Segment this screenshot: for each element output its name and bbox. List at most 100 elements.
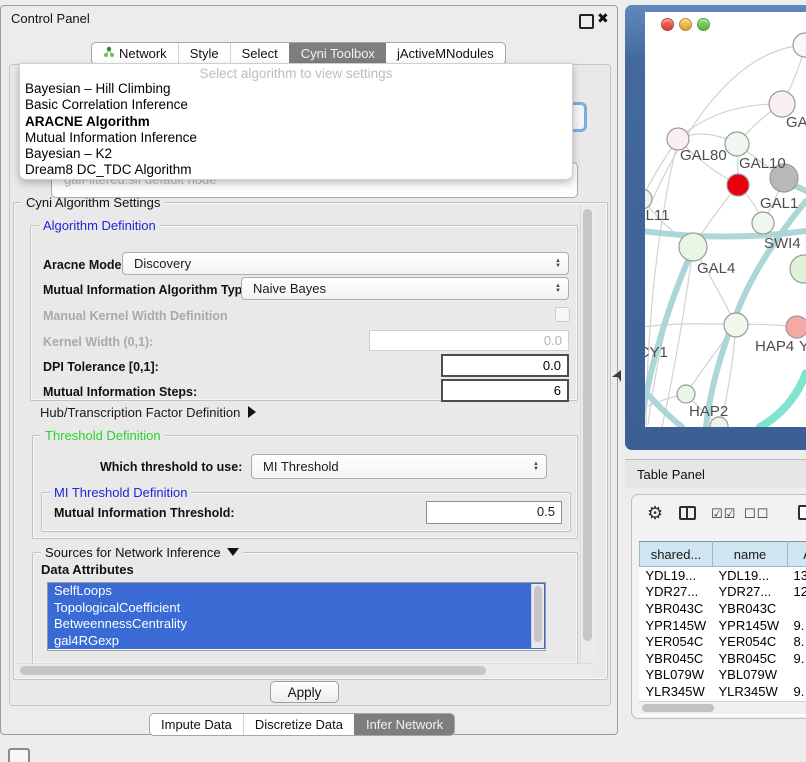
node-label: GAL1 (760, 195, 798, 212)
table-row[interactable]: YBL079WYBL079W (640, 667, 806, 684)
table-row[interactable]: YER054CYER054C8. (640, 633, 806, 650)
table-panel-titlebar: Table Panel (625, 459, 806, 488)
mouse-cursor-icon (612, 370, 622, 382)
columns-icon[interactable] (679, 506, 696, 520)
column-header[interactable]: name (713, 542, 788, 567)
control-panel-tabs: Network Style Select Cyni Toolbox jActiv… (91, 42, 506, 65)
settings-horizontal-scrollbar[interactable] (16, 663, 592, 677)
combo-spinner-icon: ▲▼ (555, 278, 561, 299)
tab-style[interactable]: Style (178, 43, 230, 64)
mi-steps-label: Mutual Information Steps: (43, 385, 197, 399)
close-icon[interactable]: ✖ (597, 10, 609, 27)
table-row[interactable]: YLR345WYLR345W9. (640, 683, 806, 700)
control-panel-title: Control Panel (11, 11, 90, 26)
deselect-all-checkboxes-icon[interactable]: ☐☐ (744, 506, 769, 522)
data-attributes-list[interactable]: SelfLoops TopologicalCoefficient Between… (47, 582, 546, 651)
network-node (679, 233, 707, 261)
minimized-panel-icon[interactable] (8, 748, 30, 762)
table-panel: ⚙ ☑☑ ☐☐ shared... name A YDL19...YDL19..… (631, 494, 806, 719)
screen: Control Panel ✖ Network Style Select Cyn… (0, 0, 806, 762)
aracne-mode-combo[interactable]: Discovery ▲▼ (122, 252, 569, 275)
kernel-width-field[interactable]: 0.0 (369, 330, 569, 351)
mi-algorithm-type-combo[interactable]: Naive Bayes ▲▼ (241, 277, 569, 300)
algorithm-option[interactable]: Mutual Information Inference (20, 130, 572, 146)
tab-select[interactable]: Select (230, 43, 289, 64)
table-row[interactable]: YDL19...YDL19...13 (640, 567, 806, 584)
minimize-traffic-light-icon[interactable] (679, 18, 692, 31)
select-all-checkboxes-icon[interactable]: ☑☑ (711, 506, 736, 522)
which-threshold-combo[interactable]: MI Threshold ▲▼ (251, 454, 547, 479)
node-label: GAL10 (739, 155, 786, 172)
table-row[interactable]: YPR145WYPR145W9. (640, 617, 806, 634)
dpi-tolerance-label: DPI Tolerance [0,1]: (43, 360, 159, 374)
combo-spinner-icon: ▲▼ (555, 253, 561, 274)
node-label: GAL (786, 114, 806, 131)
settings-vertical-scrollbar[interactable] (580, 205, 595, 663)
mi-threshold-group: MI Threshold Definition Mutual Informati… (41, 492, 571, 532)
network-nodes-icon (103, 43, 115, 64)
hub-definition-expander[interactable]: Hub/Transcription Factor Definition (40, 405, 256, 420)
table-row[interactable]: YDR27...YDR27...12 (640, 584, 806, 601)
expander-right-icon (248, 406, 256, 418)
gear-icon[interactable]: ⚙ (647, 503, 663, 524)
list-item[interactable]: BetweennessCentrality (48, 616, 545, 633)
sources-group-title[interactable]: Sources for Network Inference (41, 545, 243, 560)
tab-network[interactable]: Network (92, 43, 178, 64)
list-item[interactable]: gal4RGexp (48, 633, 545, 650)
network-graph[interactable]: GAL GAL80 GAL10 GAL1 SWI4 GAL11 GAL4 GCY… (645, 12, 806, 427)
mi-algorithm-type-label: Mutual Information Algorithm Type: (43, 283, 253, 297)
apply-button[interactable]: Apply (270, 681, 339, 703)
tab-infer-network[interactable]: Infer Network (354, 714, 454, 735)
zoom-traffic-light-icon[interactable] (697, 18, 710, 31)
list-item[interactable]: SelfLoops (48, 583, 545, 600)
table-panel-title: Table Panel (637, 467, 705, 482)
network-window: GAL GAL80 GAL10 GAL1 SWI4 GAL11 GAL4 GCY… (625, 5, 806, 450)
manual-kernel-width-label: Manual Kernel Width Definition (43, 309, 228, 323)
sources-group: Sources for Network Inference Data Attri… (32, 552, 578, 664)
control-panel-window: Control Panel ✖ Network Style Select Cyn… (0, 5, 618, 735)
tab-cyni-toolbox[interactable]: Cyni Toolbox (289, 43, 386, 64)
algorithm-option[interactable]: Bayesian – K2 (20, 146, 572, 162)
network-node (786, 316, 806, 338)
combo-spinner-icon: ▲▼ (533, 455, 539, 478)
new-table-icon[interactable] (798, 505, 806, 520)
mi-threshold-label: Mutual Information Threshold: (54, 506, 235, 520)
data-attributes-label: Data Attributes (41, 562, 134, 577)
algorithm-definition-group: Algorithm Definition Aracne Mode: Discov… (30, 225, 578, 401)
table-row[interactable]: YBR043CYBR043C (640, 600, 806, 617)
aracne-mode-label: Aracne Mode: (43, 258, 126, 272)
mi-steps-field[interactable]: 6 (441, 379, 569, 402)
float-window-icon[interactable] (579, 14, 594, 29)
table-row[interactable]: YBR045CYBR045C9. (640, 650, 806, 667)
tab-impute-data[interactable]: Impute Data (150, 714, 243, 735)
column-header[interactable]: A (788, 542, 806, 567)
algorithm-option[interactable]: Dream8 DC_TDC Algorithm (20, 162, 572, 178)
network-canvas[interactable]: GAL GAL80 GAL10 GAL1 SWI4 GAL11 GAL4 GCY… (645, 12, 806, 427)
algorithm-option-highlighted[interactable]: ARACNE Algorithm (20, 114, 572, 130)
tab-discretize-data[interactable]: Discretize Data (243, 714, 354, 735)
node-label: Y (799, 338, 806, 355)
mi-threshold-field[interactable]: 0.5 (426, 501, 562, 524)
network-node (725, 132, 749, 156)
network-node (790, 255, 806, 283)
node-label: SWI4 (764, 235, 801, 252)
expander-down-icon (227, 548, 239, 556)
network-node (752, 212, 774, 234)
node-label: GAL11 (645, 207, 670, 224)
which-threshold-label: Which threshold to use: (100, 460, 242, 474)
threshold-definition-group: Threshold Definition Which threshold to … (32, 435, 578, 539)
kernel-width-label: Kernel Width (0,1): (43, 335, 153, 349)
close-traffic-light-icon[interactable] (661, 18, 674, 31)
tab-jactivemnodules[interactable]: jActiveMNodules (386, 43, 505, 64)
network-node (724, 313, 748, 337)
tab-network-label: Network (119, 43, 167, 64)
manual-kernel-width-checkbox[interactable] (555, 307, 570, 322)
algorithm-option[interactable]: Basic Correlation Inference (20, 97, 572, 113)
algorithm-option[interactable]: Bayesian – Hill Climbing (20, 81, 572, 97)
cyni-algorithm-settings-group: Cyni Algorithm Settings Algorithm Defini… (13, 202, 608, 680)
table-horizontal-scrollbar[interactable] (639, 701, 806, 714)
list-vertical-scrollbar[interactable] (531, 584, 544, 648)
column-header[interactable]: shared... (640, 542, 713, 567)
dpi-tolerance-field[interactable]: 0.0 (441, 354, 569, 377)
list-item[interactable]: TopologicalCoefficient (48, 600, 545, 617)
